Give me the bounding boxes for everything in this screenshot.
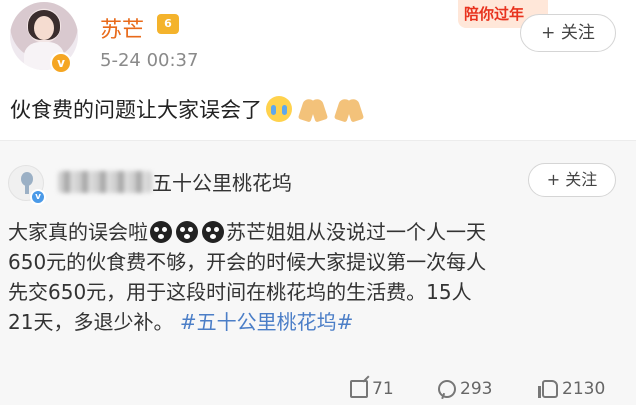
like-stat[interactable]: 2130 bbox=[538, 379, 606, 399]
post-timestamp: 5-24 00:37 bbox=[100, 50, 199, 71]
shocked-face-icon bbox=[202, 221, 224, 243]
share-count: 71 bbox=[372, 379, 394, 399]
shocked-face-icon bbox=[150, 221, 172, 243]
share-icon bbox=[350, 380, 368, 398]
stats-bar: 71 293 2130 bbox=[0, 377, 636, 405]
post-header: v 苏芒 6 5-24 00:37 陪你过年 + 关注 bbox=[0, 0, 636, 90]
level-number: 6 bbox=[164, 17, 172, 30]
text-line: 650元的伙食费不够，开会的时候大家提议第一次每人 bbox=[8, 250, 487, 274]
verified-badge-icon: v bbox=[50, 52, 72, 74]
follow-button[interactable]: + 关注 bbox=[528, 163, 616, 197]
level-badge-icon: 6 bbox=[157, 14, 179, 34]
post-text-content: 伙食费的问题让大家误会了 bbox=[10, 98, 262, 122]
retweet-author-name[interactable]: 五十公里桃花坞 bbox=[152, 167, 292, 196]
shocked-face-icon bbox=[176, 221, 198, 243]
praying-hands-icon bbox=[333, 97, 365, 123]
comment-icon bbox=[438, 380, 456, 398]
praying-hands-icon bbox=[297, 97, 329, 123]
blurred-name bbox=[58, 171, 152, 193]
crying-face-icon bbox=[266, 96, 292, 122]
comment-stat[interactable]: 293 bbox=[438, 379, 492, 399]
text-line: 先交650元，用于这段时间在桃花坞的生活费。15人 bbox=[8, 280, 472, 304]
like-count: 2130 bbox=[562, 379, 606, 399]
text-line: 21天，多退少补。 #五十公里桃花坞# bbox=[8, 310, 354, 334]
follow-button[interactable]: + 关注 bbox=[520, 14, 616, 52]
retweet-text: 大家真的误会啦 苏芒姐姐从没说过一个人一天 650元的伙食费不够，开会的时候大家提… bbox=[8, 217, 628, 337]
like-icon bbox=[538, 380, 558, 398]
hashtag-link[interactable]: #五十公里桃花坞# bbox=[180, 310, 354, 334]
retweet-card[interactable]: v 五十公里桃花坞 + 关注 大家真的误会啦 苏芒姐姐从没说过一个人一天 650元… bbox=[0, 140, 636, 405]
username[interactable]: 苏芒 bbox=[100, 12, 144, 44]
verified-badge-icon: v bbox=[30, 189, 46, 205]
post-text: 伙食费的问题让大家误会了 bbox=[10, 94, 365, 124]
share-stat[interactable]: 71 bbox=[350, 379, 394, 399]
comment-count: 293 bbox=[460, 379, 493, 399]
text-line: 大家真的误会啦 苏芒姐姐从没说过一个人一天 bbox=[8, 220, 486, 244]
